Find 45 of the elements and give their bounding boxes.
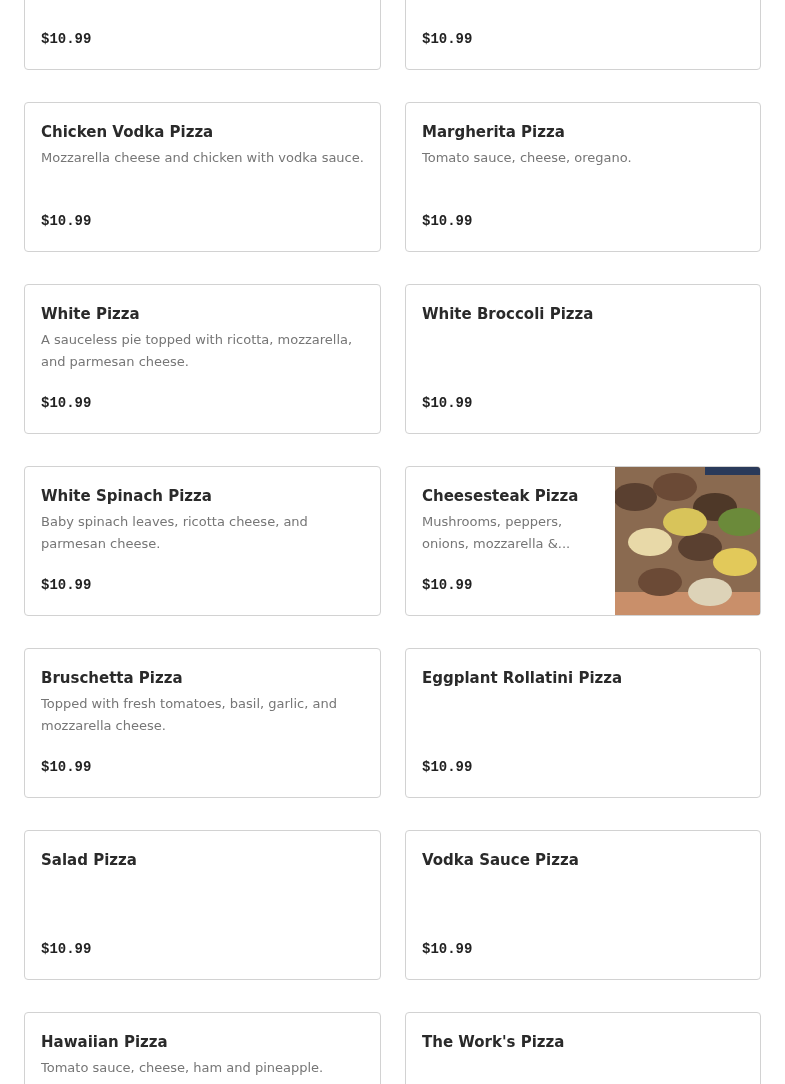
menu-item-card[interactable]: Cheesesteak Pizza Mushrooms, peppers, onions, mozzarella &... $10.99 xyxy=(405,466,761,616)
item-price: $10.99 xyxy=(41,576,93,595)
menu-item-card[interactable]: Eggplant Rollatini Pizza $10.99 xyxy=(405,648,761,798)
item-price: $10.99 xyxy=(422,576,474,595)
item-description: Tomato sauce, cheese, oregano. xyxy=(422,149,633,167)
item-name: White Spinach Pizza xyxy=(41,486,213,507)
item-description: Mushrooms, peppers, onions, mozzarella &... xyxy=(422,513,572,553)
item-price: $10.99 xyxy=(41,758,93,777)
item-price: $10.99 xyxy=(422,30,474,49)
menu-item-card[interactable]: The Work's Pizza xyxy=(405,1012,761,1084)
item-name: Hawaiian Pizza xyxy=(41,1032,169,1053)
item-price: $10.99 xyxy=(41,940,93,959)
item-price: $10.99 xyxy=(41,394,93,413)
item-price: $10.99 xyxy=(422,212,474,231)
menu-item-card[interactable]: Vodka Sauce Pizza $10.99 xyxy=(405,830,761,980)
item-price: $10.99 xyxy=(422,758,474,777)
menu-item-card[interactable]: Hawaiian Pizza Tomato sauce, cheese, ham and pineapple. xyxy=(24,1012,381,1084)
menu-item-card[interactable]: $10.99 xyxy=(405,0,761,70)
menu-item-card[interactable]: White Spinach Pizza Baby spinach leaves, ricotta cheese, and parmesan cheese. $10.99 xyxy=(24,466,381,616)
item-name: Vodka Sauce Pizza xyxy=(422,850,580,871)
item-name: Margherita Pizza xyxy=(422,122,566,143)
item-price: $10.99 xyxy=(422,394,474,413)
item-name: Eggplant Rollatini Pizza xyxy=(422,668,624,689)
item-name: Salad Pizza xyxy=(41,850,138,871)
menu-item-card[interactable]: $10.99 xyxy=(24,0,381,70)
menu-item-card[interactable]: Salad Pizza $10.99 xyxy=(24,830,381,980)
menu-item-card[interactable]: Bruschetta Pizza Topped with fresh tomatoes, basil, garlic, and mozzarella cheese. $10.99 xyxy=(24,648,381,798)
menu-item-card[interactable]: Margherita Pizza Tomato sauce, cheese, oregano. $10.99 xyxy=(405,102,761,252)
menu-item-card[interactable]: White Broccoli Pizza $10.99 xyxy=(405,284,761,434)
item-description: A sauceless pie topped with ricotta, mozzarella, and parmesan cheese. xyxy=(41,331,354,371)
menu-item-card[interactable]: White Pizza A sauceless pie topped with ricotta, mozzarella, and parmesan cheese. $10.99 xyxy=(24,284,381,434)
item-price: $10.99 xyxy=(41,212,93,231)
item-name: White Pizza xyxy=(41,304,141,325)
item-price: $10.99 xyxy=(41,30,93,49)
item-description: Tomato sauce, cheese, ham and pineapple. xyxy=(41,1059,325,1077)
item-name: Bruschetta Pizza xyxy=(41,668,184,689)
item-description: Baby spinach leaves, ricotta cheese, and parmesan cheese. xyxy=(41,513,309,553)
menu-item-card[interactable]: Chicken Vodka Pizza Mozzarella cheese and chicken with vodka sauce. $10.99 xyxy=(24,102,381,252)
item-name: Cheesesteak Pizza xyxy=(422,486,580,507)
item-description: Topped with fresh tomatoes, basil, garlic, and mozzarella cheese. xyxy=(41,695,338,735)
item-price: $10.99 xyxy=(422,940,474,959)
item-description: Mozzarella cheese and chicken with vodka sauce. xyxy=(41,149,364,167)
item-name: The Work's Pizza xyxy=(422,1032,566,1053)
item-name: White Broccoli Pizza xyxy=(422,304,595,325)
item-name: Chicken Vodka Pizza xyxy=(41,122,215,143)
